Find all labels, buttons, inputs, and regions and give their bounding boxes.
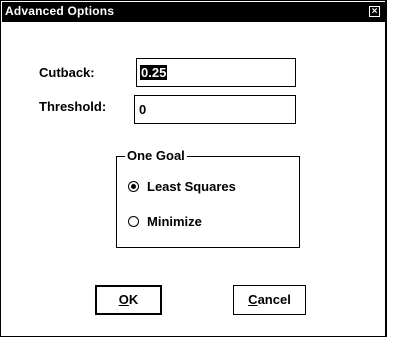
group-legend: One Goal	[125, 148, 187, 163]
dialog-title: Advanced Options	[5, 4, 115, 18]
radio-unchecked-icon	[128, 216, 139, 227]
radio-label: Minimize	[147, 214, 202, 229]
threshold-value: 0	[139, 102, 147, 117]
cancel-label-rest: ancel	[257, 292, 291, 307]
close-icon[interactable]: ×	[369, 6, 380, 17]
ok-mnemonic: O	[118, 292, 129, 307]
cancel-button[interactable]: Cancel	[233, 285, 306, 315]
advanced-options-dialog: Advanced Options × Cutback: 0.25 Thresho…	[0, 0, 387, 337]
title-bar: Advanced Options ×	[2, 2, 385, 22]
cutback-value: 0.25	[140, 65, 168, 80]
ok-button[interactable]: OK	[95, 285, 162, 315]
radio-label: Least Squares	[147, 179, 236, 194]
radio-checked-icon	[128, 181, 139, 192]
cutback-field[interactable]: 0.25	[136, 58, 296, 87]
threshold-field[interactable]: 0	[134, 95, 296, 124]
one-goal-groupbox: One Goal Least Squares Minimize	[116, 148, 300, 248]
threshold-label: Threshold:	[39, 99, 107, 114]
cutback-label: Cutback:	[39, 65, 95, 80]
cancel-mnemonic: C	[248, 292, 258, 307]
ok-label-rest: K	[128, 292, 139, 307]
